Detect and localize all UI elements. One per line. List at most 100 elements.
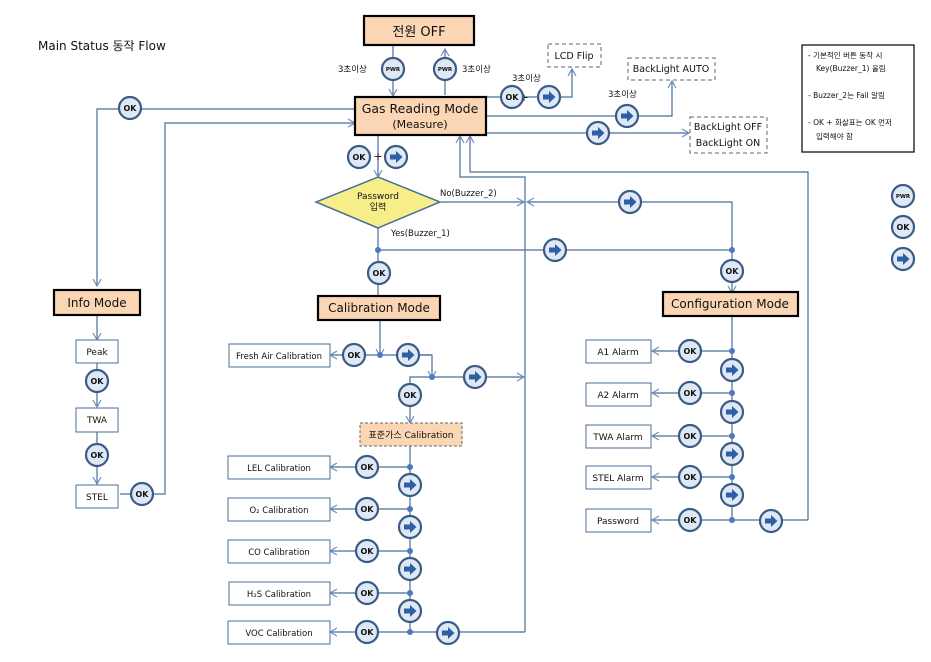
config-item-password[interactable]: Password [585, 508, 652, 533]
info-item-label: TWA [86, 416, 108, 426]
config-item-a2-alarm[interactable]: A2 Alarm [585, 382, 652, 407]
lcd-flip-option[interactable]: LCD Flip [547, 43, 602, 68]
calibration-mode-label: Calibration Mode [328, 301, 430, 315]
decision-label-line1: Password [357, 192, 399, 202]
backlight-auto-option[interactable]: BackLight AUTO [627, 57, 716, 81]
config-item-label: A1 Alarm [597, 348, 638, 358]
hold-label-pwr-on: 3초이상 [462, 64, 491, 75]
arrow-button-icon [719, 357, 745, 383]
ok-button-icon: OK [354, 496, 380, 522]
ok-button-icon: OK [890, 214, 916, 240]
hold-label-pwr-off: 3초이상 [338, 64, 367, 75]
arrow-button-icon [395, 342, 421, 368]
no-label: No(Buzzer_2) [440, 189, 497, 199]
page-title: Main Status 동작 Flow [38, 39, 166, 53]
config-item-label: Password [597, 517, 639, 527]
ok-icon-label: OK [404, 391, 418, 400]
ok-button-icon: OK [84, 368, 110, 394]
info-item-label: Peak [86, 348, 108, 358]
arrow-button-icon [397, 598, 423, 624]
hold-label-backlight-auto: 3초이상 [608, 89, 637, 100]
legend-note: - Buzzer_2는 Fail 알림 [808, 91, 885, 100]
arrow-button-icon [435, 620, 461, 646]
config-item-twa-alarm[interactable]: TWA Alarm [585, 424, 652, 449]
ok-button-icon: OK [366, 260, 392, 286]
power-off-mode[interactable]: 전원 OFF [362, 14, 476, 47]
calibration-item-h2s[interactable]: H₂S Calibration [228, 581, 331, 606]
arrow-button-icon [719, 441, 745, 467]
ok-button-icon: OK [719, 258, 745, 284]
ok-icon-label: OK [91, 377, 105, 386]
legend-notes: - 기본적인 버튼 동작 시 Key(Buzzer_1) 울림 - Buzzer… [801, 44, 915, 153]
ok-button-icon: OK [129, 481, 155, 507]
fresh-air-calibration[interactable]: Fresh Air Calibration [228, 343, 331, 368]
lcd-flip-label: LCD Flip [554, 51, 593, 62]
arrow-button-icon [397, 556, 423, 582]
calibration-mode[interactable]: Calibration Mode [316, 294, 442, 322]
ok-icon-label: OK [373, 269, 387, 278]
ok-icon-label: OK [124, 104, 138, 113]
ok-button-icon: OK [677, 464, 703, 490]
ok-button-icon: OK [84, 442, 110, 468]
ok-button-icon: OK [397, 382, 423, 408]
ok-icon-label: OK [684, 473, 698, 482]
std-gas-calibration[interactable]: 표준가스 Calibration [359, 422, 463, 447]
ok-icon-label: OK [684, 432, 698, 441]
ok-icon-label: OK [353, 153, 367, 162]
decision-label-line2: 입력 [370, 201, 387, 213]
legend-note: - 기본적인 버튼 동작 시 [808, 50, 882, 60]
ok-icon-label: OK [684, 347, 698, 356]
fresh-air-calibration-label: Fresh Air Calibration [236, 352, 322, 362]
config-item-label: STEL Alarm [592, 474, 643, 484]
gas-reading-mode[interactable]: Gas Reading Mode (Measure) [353, 95, 488, 137]
ok-icon-label: OK [361, 628, 375, 637]
info-item-stel[interactable]: STEL [75, 484, 119, 509]
pwr-icon-label: PWR [386, 67, 401, 73]
pwr-button-icon: PWR [432, 56, 458, 82]
arrow-button-icon [758, 508, 784, 534]
arrow-button-icon [462, 364, 488, 390]
configuration-mode[interactable]: Configuration Mode [661, 290, 800, 318]
ok-button-icon: OK [354, 454, 380, 480]
calibration-item-co[interactable]: CO Calibration [227, 539, 331, 564]
arrow-button-icon [542, 237, 568, 263]
ok-icon-label: OK [361, 547, 375, 556]
config-item-stel-alarm[interactable]: STEL Alarm [585, 465, 652, 490]
ok-icon-label: OK [361, 589, 375, 598]
ok-icon-label: OK [506, 93, 520, 102]
ok-icon-label: OK [897, 223, 911, 232]
pwr-icon-label: PWR [438, 67, 453, 73]
ok-icon-label: OK [726, 267, 740, 276]
calibration-item-label: O₂ Calibration [249, 506, 308, 516]
ok-button-icon: OK [677, 380, 703, 406]
arrow-button-icon [585, 120, 611, 146]
ok-icon-label: OK [91, 451, 105, 460]
calibration-item-lel[interactable]: LEL Calibration [227, 455, 331, 480]
info-item-peak[interactable]: Peak [75, 339, 119, 364]
ok-button-icon: OK [117, 95, 143, 121]
ok-button-icon: OK [354, 580, 380, 606]
password-decision[interactable]: Password 입력 [314, 176, 442, 229]
power-off-label: 전원 OFF [392, 25, 445, 40]
calibration-item-voc[interactable]: VOC Calibration [227, 620, 331, 645]
ok-icon-label: OK [684, 516, 698, 525]
backlight-off-label: BackLight OFF [694, 122, 762, 133]
calibration-item-label: H₂S Calibration [247, 590, 311, 600]
ok-icon-label: OK [348, 351, 362, 360]
info-item-twa[interactable]: TWA [75, 407, 119, 433]
arrow-button-icon [536, 84, 562, 110]
ok-button-icon: OK [499, 84, 525, 110]
config-item-label: TWA Alarm [592, 433, 642, 443]
hold-label-lcd-flip: 3초이상 [512, 73, 541, 84]
calibration-item-o2[interactable]: O₂ Calibration [227, 497, 331, 522]
config-item-label: A2 Alarm [597, 391, 638, 401]
backlight-off-on-option[interactable]: BackLight OFF BackLight ON [689, 116, 768, 154]
pwr-button-icon: PWR [380, 56, 406, 82]
arrow-button-icon [719, 482, 745, 508]
calibration-item-label: CO Calibration [248, 548, 310, 558]
ok-button-icon: OK [354, 619, 380, 645]
ok-icon-label: OK [136, 490, 150, 499]
config-item-a1-alarm[interactable]: A1 Alarm [585, 339, 652, 364]
info-mode[interactable]: Info Mode [52, 288, 142, 317]
arrow-button-icon [614, 103, 640, 129]
